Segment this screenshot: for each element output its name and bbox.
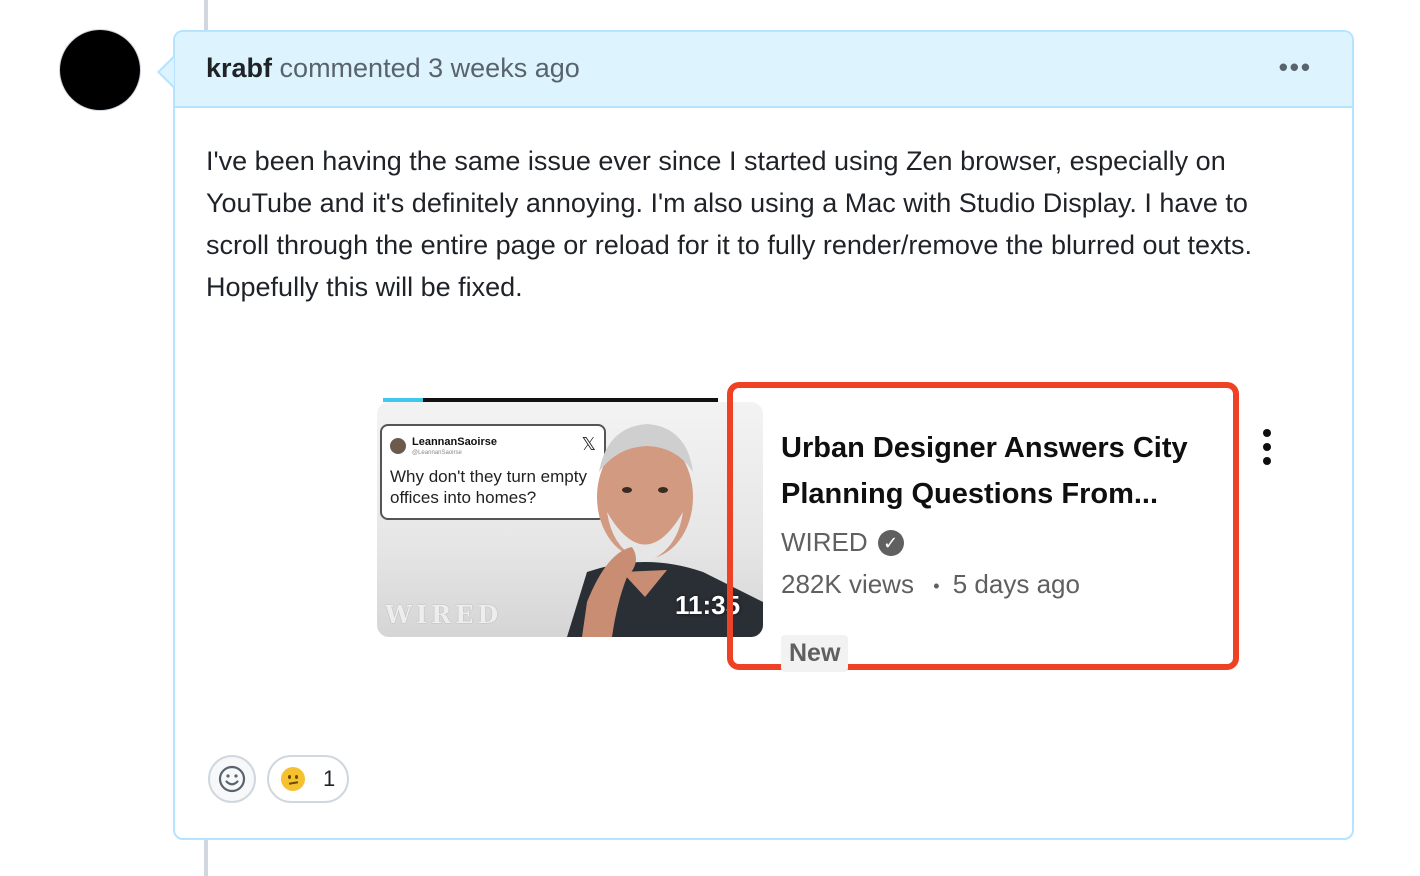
- tweet-username: LeannanSaoirse: [412, 436, 497, 448]
- dot-separator: •: [933, 575, 940, 596]
- comment-action: commented: [279, 53, 421, 83]
- more-options-button[interactable]: •••: [1279, 52, 1312, 83]
- comment-body: I've been having the same issue ever sin…: [206, 146, 1253, 302]
- kebab-menu-icon[interactable]: [1263, 429, 1271, 471]
- smiley-icon: [218, 765, 246, 793]
- reaction-count: 1: [323, 766, 336, 791]
- video-stats: 282K views • 5 days ago: [781, 569, 1080, 600]
- author-link[interactable]: krabf: [206, 53, 272, 83]
- tweet-avatar: [390, 438, 406, 454]
- new-badge: New: [781, 635, 849, 672]
- comment-box: krabf commented 3 weeks ago ••• I've bee…: [157, 30, 1354, 840]
- channel-name[interactable]: WIRED: [781, 527, 868, 558]
- tweet-handle: @LeannanSaoirse: [412, 450, 462, 456]
- embedded-screenshot: LeannanSaoirse @LeannanSaoirse 𝕏 Why don…: [275, 377, 1271, 677]
- video-title[interactable]: Urban Designer Answers City Planning Que…: [781, 425, 1221, 517]
- comment-timestamp[interactable]: 3 weeks ago: [428, 53, 580, 83]
- comment-header: krabf commented 3 weeks ago •••: [157, 32, 1352, 108]
- verified-check-icon: ✓: [877, 529, 904, 556]
- confused-face-icon: [281, 767, 305, 791]
- wired-logo: WIRED: [385, 600, 503, 629]
- avatar[interactable]: [60, 30, 140, 110]
- channel-row: WIRED ✓: [781, 527, 904, 558]
- upload-age: 5 days ago: [952, 569, 1080, 599]
- view-count: 282K views: [781, 569, 914, 599]
- reaction-confused[interactable]: 1: [267, 755, 349, 803]
- comment-header-text: krabf commented 3 weeks ago: [206, 52, 580, 84]
- add-reaction-button[interactable]: [208, 755, 256, 803]
- video-thumbnail: LeannanSaoirse @LeannanSaoirse 𝕏 Why don…: [377, 402, 763, 637]
